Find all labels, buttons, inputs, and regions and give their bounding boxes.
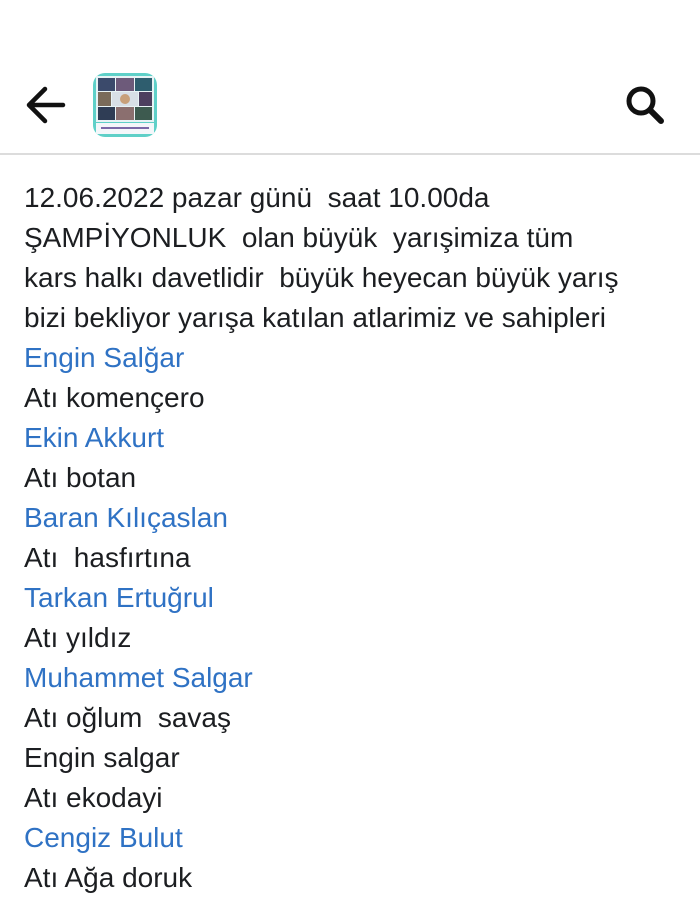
post-intro: 12.06.2022 pazar günü saat 10.00da ŞAMPİ…: [24, 178, 689, 338]
post-intro-line: kars halkı davetlidir büyük heyecan büyü…: [24, 262, 619, 293]
post-body: 12.06.2022 pazar günü saat 10.00da ŞAMPİ…: [24, 178, 689, 898]
mention-tarkan-ertugrul[interactable]: Tarkan Ertuğrul: [24, 578, 689, 618]
horse-name-line: Atı oğlum savaş: [24, 702, 231, 733]
horse-name-line: Atı komençero: [24, 382, 205, 413]
search-icon: [626, 86, 664, 124]
mention-muhammet-salgar[interactable]: Muhammet Salgar: [24, 658, 689, 698]
participant-list: Engin Salğar Atı komençero Ekin Akkurt A…: [24, 338, 689, 898]
arrow-left-icon: [26, 86, 66, 124]
post-intro-line: ŞAMPİYONLUK olan büyük yarışimiza tüm: [24, 222, 574, 253]
mention-engin-salgar[interactable]: Engin Salğar: [24, 338, 689, 378]
horse-name-line: Atı Ağa doruk: [24, 862, 193, 893]
post-intro-line: 12.06.2022 pazar günü saat 10.00da: [24, 182, 490, 213]
search-button[interactable]: [620, 82, 670, 128]
owner-name-line: Engin salgar: [24, 742, 180, 773]
group-avatar-image: [93, 73, 157, 137]
back-button[interactable]: [20, 82, 70, 128]
mention-ekin-akkurt[interactable]: Ekin Akkurt: [24, 418, 689, 458]
group-avatar[interactable]: [93, 73, 157, 137]
horse-name-line: Atı yıldız: [24, 622, 132, 653]
mention-baran-kilicaslan[interactable]: Baran Kılıçaslan: [24, 498, 689, 538]
post-intro-line: bizi bekliyor yarışa katılan atlarimiz v…: [24, 302, 606, 333]
top-bar: [0, 0, 700, 155]
horse-name-line: Atı botan: [24, 462, 137, 493]
horse-name-line: Atı ekodayi: [24, 782, 163, 813]
horse-name-line: Atı hasfırtına: [24, 542, 191, 573]
mention-cengiz-bulut[interactable]: Cengiz Bulut: [24, 818, 689, 858]
